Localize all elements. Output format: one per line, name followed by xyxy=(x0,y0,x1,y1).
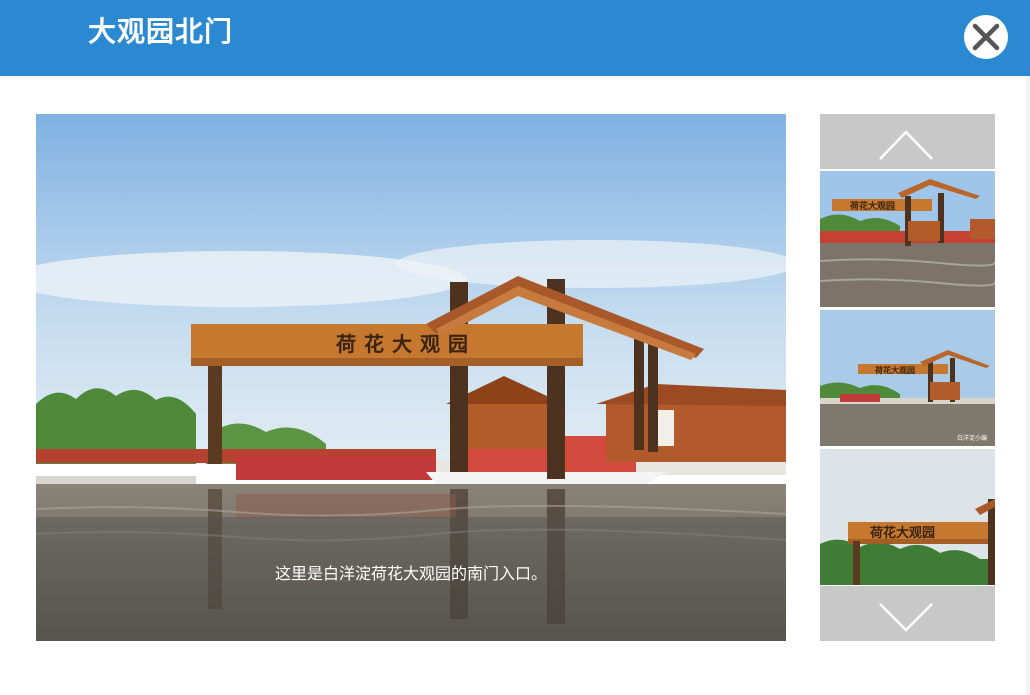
thumbnail-item[interactable]: 荷花大观园 xyxy=(820,171,995,307)
thumbnail-item[interactable]: 荷花大观园 xyxy=(820,449,995,585)
close-button[interactable] xyxy=(964,15,1008,59)
thumb-sign-text: 荷花大观园 xyxy=(874,365,915,375)
scroll-up-button[interactable] xyxy=(820,114,995,169)
scroll-down-button[interactable] xyxy=(820,586,995,641)
thumb-sign-text: 荷花大观园 xyxy=(869,525,935,541)
dialog-header: 大观园北门 xyxy=(0,0,1030,76)
chevron-up-icon xyxy=(879,130,933,160)
close-icon xyxy=(972,23,1000,51)
thumbnail-item[interactable]: 荷花大观园 白洋淀小编 xyxy=(820,310,995,446)
photo-caption: 这里是白洋淀荷花大观园的南门入口。 xyxy=(274,564,547,583)
dialog-title: 大观园北门 xyxy=(88,15,234,48)
photo-caption-bar: 这里是白洋淀荷花大观园的南门入口。 xyxy=(36,517,786,641)
thumb-sign-text: 荷花大观园 xyxy=(849,200,895,212)
thumb-watermark: 白洋淀小编 xyxy=(957,434,987,442)
gate-sign-text: 荷花大观园 xyxy=(336,332,476,356)
thumbnail-strip: 荷花大观园 荷花大观园 白洋淀小编 荷花大观园 xyxy=(820,114,995,641)
chevron-down-icon xyxy=(879,603,933,632)
dialog-scrollbar-track xyxy=(1026,76,1030,695)
